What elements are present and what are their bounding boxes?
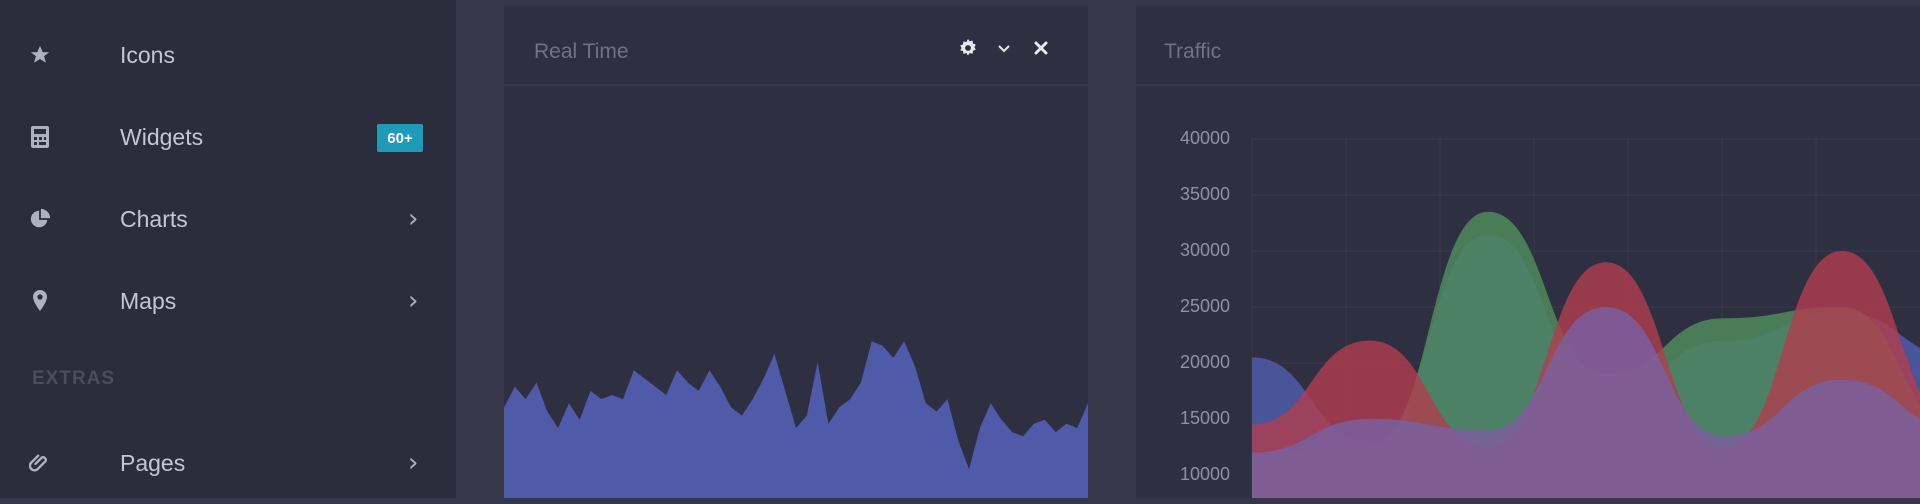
realtime-panel: Real Time: [504, 6, 1088, 498]
sidebar-item-label: Pages: [120, 449, 186, 476]
calculator-icon: [28, 125, 52, 149]
chevron-right-icon: ›: [408, 204, 419, 234]
chevron-right-icon: ›: [408, 448, 419, 478]
sidebar-item-label: Icons: [120, 41, 175, 68]
sidebar-item-label: Maps: [120, 287, 177, 314]
paperclip-icon: [28, 451, 52, 475]
traffic-panel-header: Traffic: [1136, 6, 1920, 86]
sidebar-item-pages[interactable]: Pages ›: [0, 422, 456, 504]
widgets-count-badge: 60+: [377, 124, 423, 152]
pie-chart-icon: [28, 207, 52, 231]
chevron-down-icon[interactable]: [992, 36, 1016, 60]
traffic-chart: [1251, 138, 1920, 498]
realtime-panel-title: Real Time: [534, 40, 629, 63]
sidebar-section-label: EXTRAS: [32, 368, 116, 389]
traffic-panel-title: Traffic: [1164, 40, 1222, 63]
star-icon: [28, 43, 52, 67]
close-icon[interactable]: [1029, 36, 1053, 60]
sidebar-item-icons[interactable]: Icons: [0, 14, 456, 96]
chevron-right-icon: ›: [408, 286, 419, 316]
sidebar-item-label: Widgets: [120, 123, 204, 150]
realtime-panel-header: Real Time: [504, 6, 1088, 86]
traffic-panel: Traffic 10000 15000 20000 25000 30000 35000 40…: [1136, 6, 1920, 498]
sidebar-item-charts[interactable]: Charts ›: [0, 178, 456, 260]
sidebar: Icons Widgets 60+ Charts › Maps › EXTRAS…: [0, 0, 456, 498]
map-pin-icon: [28, 289, 52, 313]
gear-icon[interactable]: [956, 36, 980, 60]
sidebar-item-label: Charts: [120, 205, 188, 232]
realtime-area: [504, 341, 1088, 498]
sidebar-item-widgets[interactable]: Widgets 60+: [0, 96, 456, 178]
realtime-chart: [504, 341, 1088, 498]
sidebar-item-maps[interactable]: Maps ›: [0, 260, 456, 342]
